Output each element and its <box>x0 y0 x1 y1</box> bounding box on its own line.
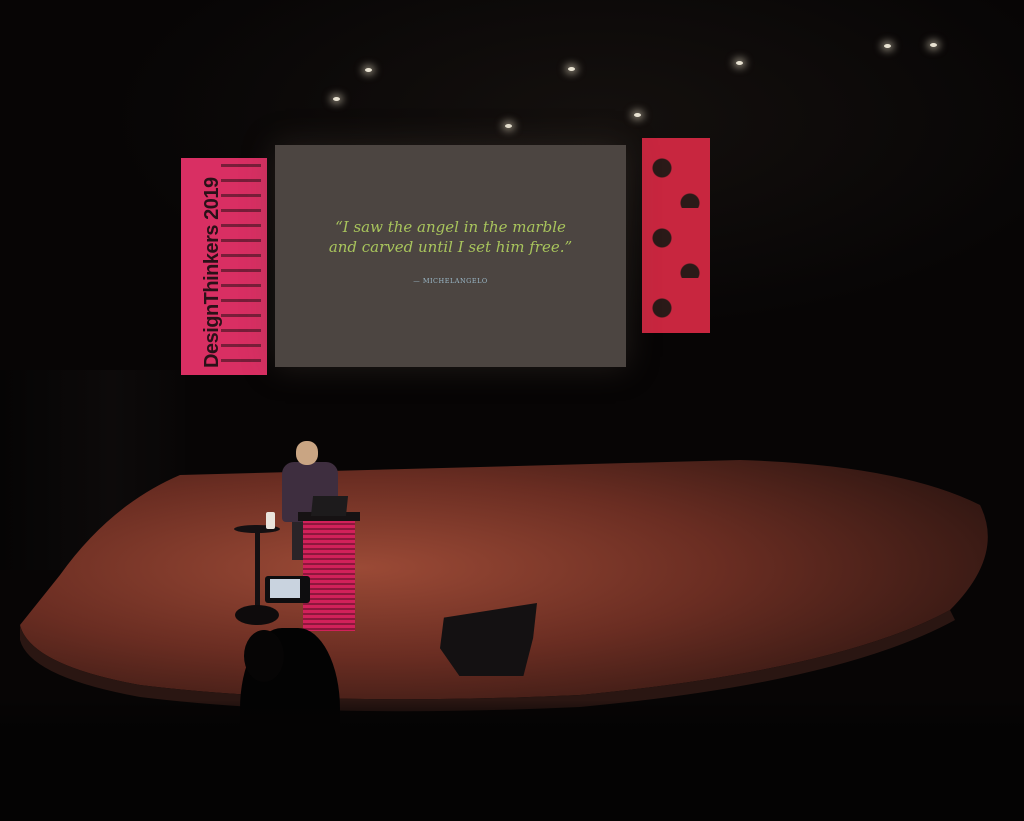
quote-line-2: and carved until I set him free.” <box>328 238 573 256</box>
stage-floor <box>20 460 988 712</box>
banner-brand-text: DesignThinkers 2019 <box>201 177 223 368</box>
speaker-head <box>296 441 318 465</box>
ceiling-light <box>505 124 512 128</box>
banner-pattern <box>221 164 261 369</box>
auditorium-scene: DesignThinkers 2019 “I saw the angel in … <box>0 0 1024 821</box>
podium <box>303 518 355 631</box>
ceiling-light <box>365 68 372 72</box>
screen-quote: “I saw the angel in the marble and carve… <box>275 217 626 257</box>
laptop <box>310 496 349 516</box>
event-banner-left: DesignThinkers 2019 <box>181 158 267 375</box>
water-bottle <box>266 512 275 529</box>
ceiling-light <box>634 113 641 117</box>
camera-viewfinder <box>270 579 300 598</box>
ceiling-light <box>568 67 575 71</box>
ceiling-light <box>884 44 891 48</box>
projection-screen: “I saw the angel in the marble and carve… <box>275 145 626 367</box>
ceiling-light <box>736 61 743 65</box>
ceiling-light <box>333 97 340 101</box>
quote-attribution: — MICHELANGELO <box>413 277 488 285</box>
quote-line-1: “I saw the angel in the marble <box>335 218 566 236</box>
side-table-base <box>235 605 279 625</box>
event-banner-right <box>642 138 710 333</box>
ceiling-light <box>930 43 937 47</box>
audience-silhouettes <box>0 700 1024 821</box>
camera-operator-head <box>244 630 284 682</box>
